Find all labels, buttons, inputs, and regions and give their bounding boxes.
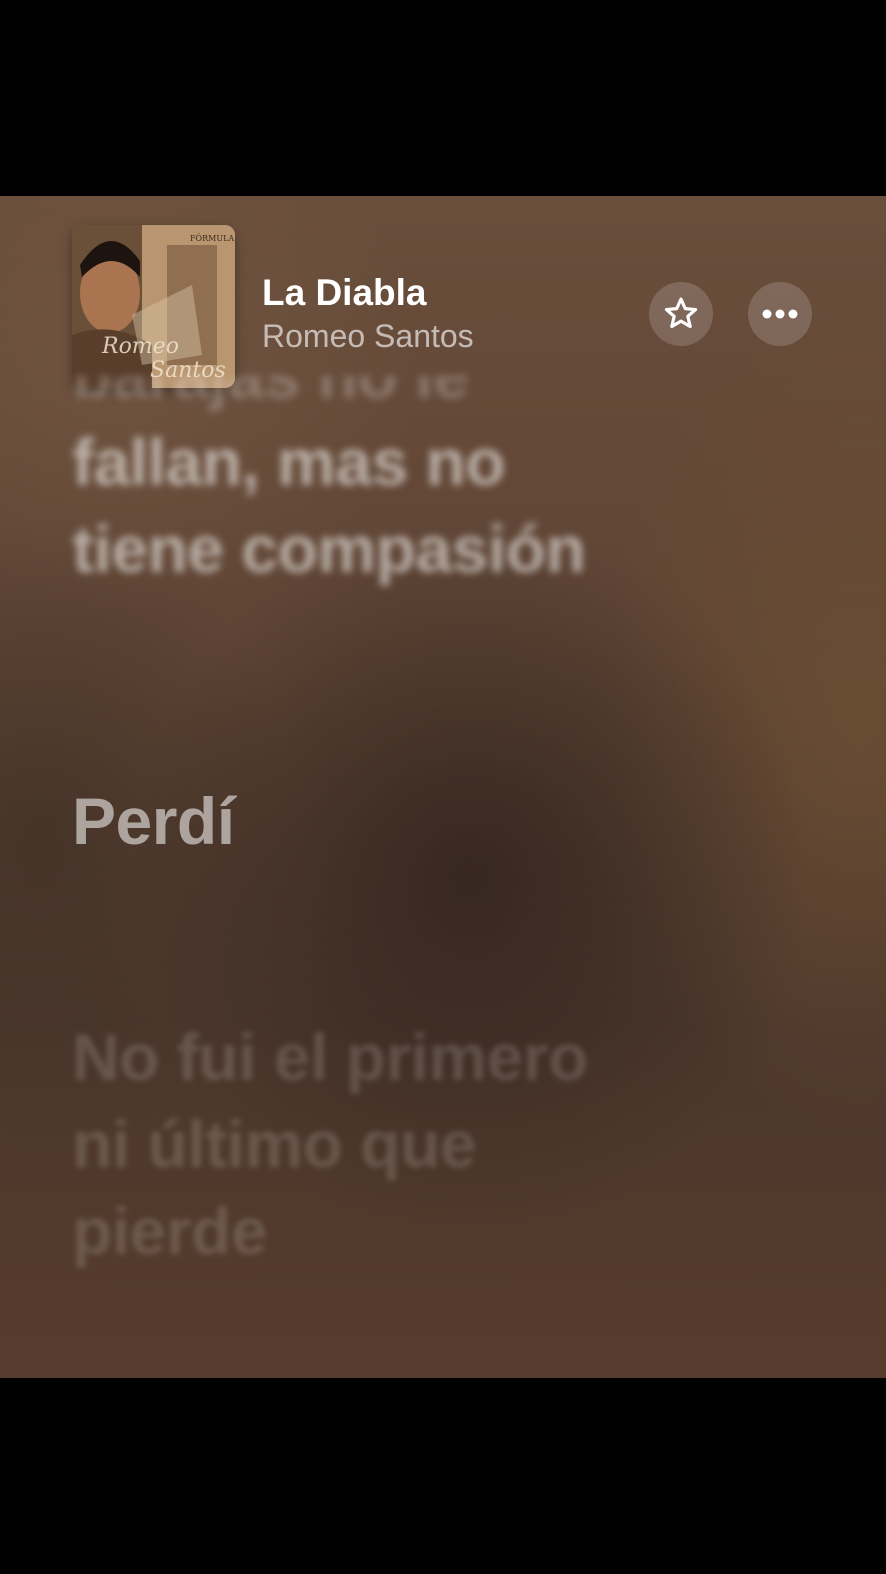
lyric-line: tiene compasión: [72, 512, 586, 586]
more-options-button[interactable]: [748, 282, 812, 346]
star-icon: [664, 297, 698, 329]
track-artist[interactable]: Romeo Santos: [262, 318, 474, 355]
lyric-previous[interactable]: barajas no le fallan, mas no tiene compa…: [72, 376, 772, 626]
lyric-line: fallan, mas no: [72, 425, 506, 499]
cover-badge: FÓRMULA: [190, 234, 234, 243]
favorite-button[interactable]: [649, 282, 713, 346]
album-cover[interactable]: Romeo Santos FÓRMULA: [72, 225, 235, 388]
now-playing-header: Romeo Santos FÓRMULA La Diabla Romeo San…: [0, 196, 886, 396]
lyric-current[interactable]: Perdí: [72, 778, 772, 865]
lyric-next[interactable]: No fui el primero ni último que pierde: [72, 1014, 772, 1275]
lyric-line: ni último que: [72, 1107, 477, 1181]
lyrics-screen: Romeo Santos FÓRMULA La Diabla Romeo San…: [0, 196, 886, 1378]
track-title[interactable]: La Diabla: [262, 272, 427, 314]
cover-script-romeo: Romeo: [101, 334, 179, 359]
ellipsis-icon: [762, 309, 798, 319]
lyric-previous-clip: barajas no le fallan, mas no tiene compa…: [72, 376, 772, 626]
lyric-line: No fui el primero: [72, 1020, 588, 1094]
lyric-line: barajas no le: [72, 376, 772, 419]
lyric-line: pierde: [72, 1194, 268, 1268]
album-art-image: Romeo Santos FÓRMULA: [72, 225, 235, 388]
lyric-line: Perdí: [72, 784, 235, 858]
